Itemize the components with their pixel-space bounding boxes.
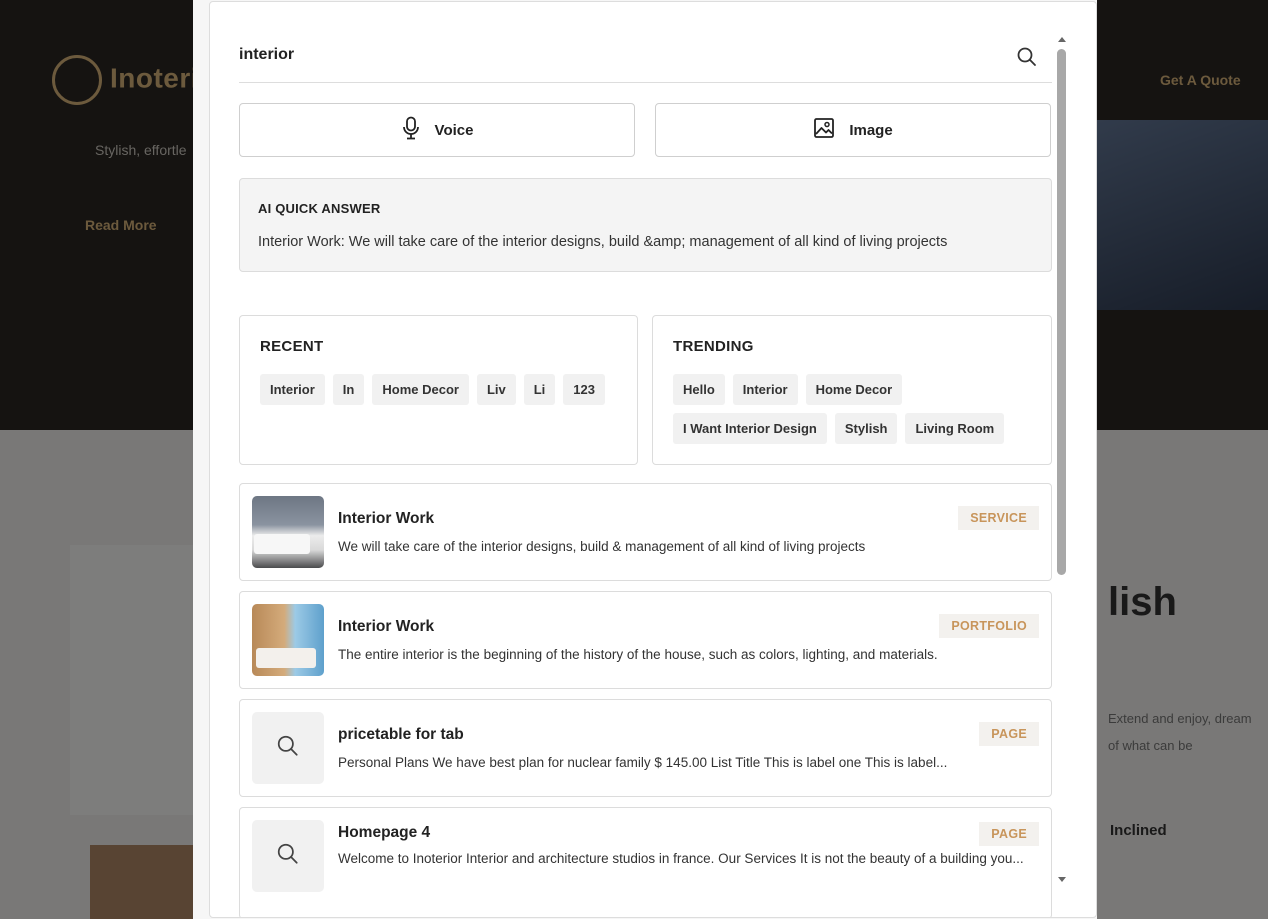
result-description: We will take care of the interior design…	[338, 539, 866, 554]
trending-tag[interactable]: Living Room	[905, 413, 1005, 444]
trending-title: TRENDING	[673, 338, 754, 355]
voice-search-button[interactable]: Voice	[239, 103, 635, 157]
recent-tag[interactable]: Liv	[476, 374, 516, 405]
image-search-button[interactable]: Image	[655, 103, 1051, 157]
search-result[interactable]: pricetable for tab PAGE Personal Plans W…	[239, 699, 1052, 797]
result-description: Welcome to Inoterior Interior and archit…	[338, 851, 1024, 866]
result-title: Interior Work	[338, 510, 435, 527]
scroll-down-arrow-icon[interactable]	[1058, 877, 1066, 882]
recent-tag[interactable]: Interior	[260, 374, 325, 405]
scroll-up-arrow-icon[interactable]	[1058, 37, 1066, 42]
result-title: Interior Work	[338, 618, 435, 635]
search-icon	[276, 734, 300, 763]
result-title: pricetable for tab	[338, 726, 464, 743]
recent-tags: Interior In Home Decor Liv Li 123	[260, 374, 623, 405]
ai-quick-answer-title: AI QUICK ANSWER	[258, 201, 381, 216]
result-thumbnail	[252, 820, 324, 892]
ai-quick-answer-text: Interior Work: We will take care of the …	[258, 234, 948, 250]
modal-scrollbar[interactable]	[1055, 32, 1069, 887]
search-icon	[276, 842, 300, 871]
result-type-badge: PAGE	[979, 822, 1039, 846]
image-label: Image	[849, 121, 893, 139]
recent-tag[interactable]: In	[332, 374, 365, 405]
search-modal: Voice Image AI QUICK ANSWER Interior Wor…	[193, 0, 1097, 919]
search-panel: Voice Image AI QUICK ANSWER Interior Wor…	[209, 1, 1097, 918]
recent-title: RECENT	[260, 338, 324, 355]
search-result[interactable]: Homepage 4 PAGE Welcome to Inoterior Int…	[239, 807, 1052, 917]
trending-tag[interactable]: Hello	[673, 374, 725, 405]
recent-searches: RECENT Interior In Home Decor Liv Li 123	[239, 315, 638, 465]
result-title: Homepage 4	[338, 824, 431, 841]
scrollbar-thumb[interactable]	[1057, 49, 1066, 575]
result-thumbnail	[252, 712, 324, 784]
trending-tag[interactable]: Interior	[732, 374, 798, 405]
result-thumbnail	[252, 604, 324, 676]
result-type-badge: SERVICE	[958, 506, 1039, 530]
trending-tag[interactable]: Home Decor	[805, 374, 903, 405]
trending-tag[interactable]: Stylish	[834, 413, 898, 444]
result-type-badge: PAGE	[979, 722, 1039, 746]
search-icon[interactable]	[1016, 46, 1038, 68]
voice-label: Voice	[434, 121, 474, 139]
ai-quick-answer: AI QUICK ANSWER Interior Work: We will t…	[239, 178, 1052, 272]
result-description: Personal Plans We have best plan for nuc…	[338, 755, 948, 770]
result-thumbnail	[252, 496, 324, 568]
recent-tag[interactable]: 123	[563, 374, 605, 405]
search-result[interactable]: Interior Work SERVICE We will take care …	[239, 483, 1052, 581]
recent-tag[interactable]: Li	[523, 374, 556, 405]
trending-searches: TRENDING Hello Interior Home Decor I Wan…	[652, 315, 1052, 465]
search-input[interactable]	[239, 46, 999, 64]
search-bar	[239, 34, 1052, 83]
microphone-icon	[401, 116, 421, 144]
result-type-badge: PORTFOLIO	[939, 614, 1039, 638]
trending-tags: Hello Interior Home Decor I Want Interio…	[673, 374, 1037, 444]
recent-tag[interactable]: Home Decor	[372, 374, 469, 405]
search-result[interactable]: Interior Work PORTFOLIO The entire inter…	[239, 591, 1052, 689]
trending-tag[interactable]: I Want Interior Design	[673, 413, 827, 444]
image-icon	[813, 117, 835, 143]
result-description: The entire interior is the beginning of …	[338, 647, 938, 662]
